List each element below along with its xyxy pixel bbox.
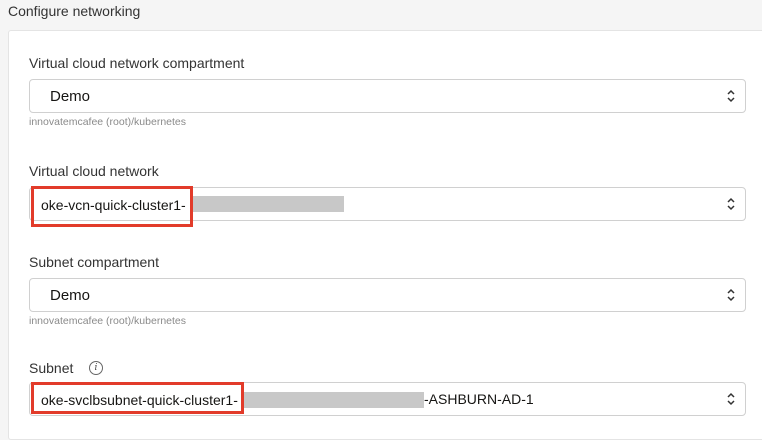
subnet-label: Subnet bbox=[29, 360, 74, 376]
redacted-text bbox=[193, 196, 344, 212]
subnet-compartment-label: Subnet compartment bbox=[29, 254, 159, 270]
chevron-up-down-icon bbox=[727, 89, 735, 103]
vcn-compartment-value: Demo bbox=[50, 88, 91, 105]
vcn-compartment-label: Virtual cloud network compartment bbox=[29, 55, 245, 71]
highlight-box bbox=[31, 382, 244, 414]
chevron-up-down-icon bbox=[727, 392, 735, 406]
chevron-up-down-icon bbox=[727, 197, 735, 211]
section-title: Configure networking bbox=[8, 3, 141, 19]
vcn-compartment-helper: innovatemcafee (root)/kubernetes bbox=[29, 116, 187, 128]
redacted-text bbox=[244, 392, 424, 408]
subnet-compartment-select[interactable]: Demo bbox=[29, 278, 746, 312]
subnet-compartment-helper: innovatemcafee (root)/kubernetes bbox=[29, 315, 187, 327]
subnet-compartment-value: Demo bbox=[50, 287, 91, 304]
subnet-value-suffix: -ASHBURN-AD-1 bbox=[424, 391, 534, 407]
highlight-box bbox=[31, 186, 193, 227]
info-icon[interactable]: i bbox=[89, 361, 103, 375]
chevron-up-down-icon bbox=[727, 288, 735, 302]
vcn-compartment-select[interactable]: Demo bbox=[29, 79, 746, 113]
vcn-label: Virtual cloud network bbox=[29, 163, 159, 179]
